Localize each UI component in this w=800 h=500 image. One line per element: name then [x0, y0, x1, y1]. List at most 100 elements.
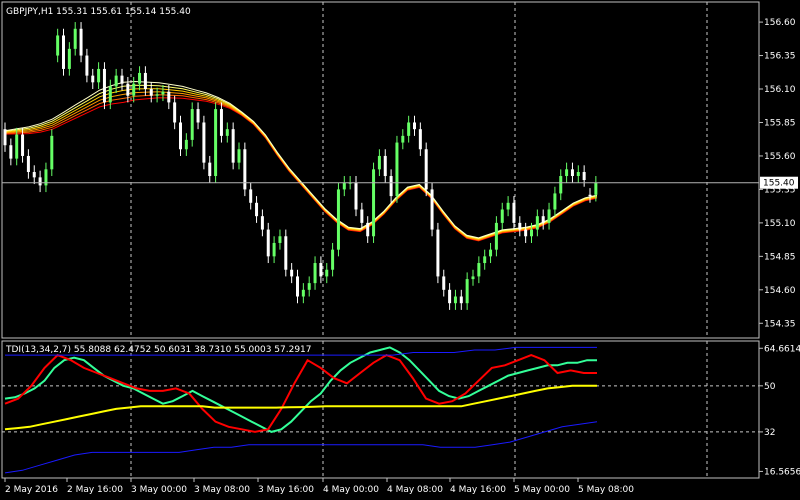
candle-bull [483, 256, 487, 264]
candle-bear [202, 122, 206, 163]
trading-chart[interactable]: 156.60156.35156.10155.85155.60155.35155.… [0, 0, 800, 500]
price-tick-label: 154.35 [764, 319, 796, 329]
price-tick-label: 155.60 [764, 152, 796, 162]
price-tick-label: 154.60 [764, 286, 796, 296]
candle-bear [102, 68, 106, 103]
price-tick-label: 154.85 [764, 252, 796, 262]
time-label: 4 May 00:00 [323, 485, 379, 495]
candle-bear [354, 182, 358, 210]
candle-bull [214, 109, 218, 177]
tdi-tick-label: 16.5656 [764, 467, 800, 477]
candle-bull [594, 182, 598, 195]
candle-bear [255, 202, 259, 217]
candle-bear [319, 263, 323, 277]
candle-bull [377, 155, 381, 170]
candle-bull [407, 122, 411, 136]
candle-bear [79, 28, 83, 56]
candle-bear [389, 176, 393, 197]
candle-bear [588, 194, 592, 197]
price-tick-label: 156.35 [764, 52, 796, 62]
candle-bull [547, 209, 551, 223]
candle-bull [477, 263, 481, 277]
indicator-info: TDI(13,34,2,7) 55.8088 62.4752 50.6031 3… [5, 345, 312, 355]
candle-bull [565, 169, 569, 177]
tdi-red-line [4, 353, 597, 433]
candle-bull [489, 249, 493, 257]
candle-bear [260, 216, 264, 230]
candle-bear [120, 75, 124, 84]
price-tick-label: 155.10 [764, 219, 796, 229]
candle-bear [424, 149, 428, 190]
candle-bear [3, 129, 7, 146]
candle-bear [524, 229, 528, 237]
candle-bear [126, 83, 130, 96]
candle-bear [196, 109, 200, 123]
time-label: 3 May 00:00 [131, 485, 187, 495]
candle-bear [26, 155, 30, 173]
candle-bear [143, 72, 147, 90]
candle-bull [155, 94, 159, 96]
price-frame [1, 1, 760, 339]
candle-bull [67, 48, 71, 69]
candle-bear [243, 149, 247, 190]
candle-bull [471, 276, 475, 280]
tdi-tick-label: 64.6614 [764, 344, 800, 354]
time-label: 5 May 00:00 [514, 485, 570, 495]
candle-bear [570, 169, 574, 177]
tdi-tick-label: 50 [764, 382, 776, 392]
candle-bull [313, 263, 317, 284]
ma-ribbon-line-1 [4, 94, 598, 241]
candle-bear [38, 177, 42, 186]
price-tick-label: 156.10 [764, 85, 796, 95]
candle-bull [161, 91, 165, 95]
candle-bull [325, 269, 329, 277]
candle-bull [453, 296, 457, 304]
candle-bear [21, 134, 25, 156]
candle-bull [465, 279, 469, 304]
candle-bull [184, 139, 188, 150]
candle-bull [331, 249, 335, 270]
candle-bull [225, 129, 229, 136]
candle-bear [173, 102, 177, 123]
time-label: 3 May 08:00 [194, 485, 250, 495]
candle-bear [512, 202, 516, 223]
candle-bear [360, 209, 364, 223]
price-pane[interactable]: 156.60156.35156.10155.85155.60155.35155.… [1, 1, 798, 339]
candle-bull [114, 75, 118, 87]
candle-bear [266, 229, 270, 257]
tdi-pane[interactable]: 64.6614 50 32 16.5656 [1, 340, 800, 479]
time-label: 2 May 2016 [5, 485, 58, 495]
candle-bear [167, 91, 171, 103]
ma-ribbon-line-0 [4, 97, 598, 242]
time-label: 4 May 08:00 [387, 485, 443, 495]
candle-bear [85, 55, 89, 76]
candle-bear [430, 189, 434, 230]
candle-bear [62, 35, 65, 69]
candle-bull [559, 176, 563, 194]
candle-bear [91, 75, 95, 83]
candle-bear [219, 109, 223, 136]
candle-bull [237, 149, 241, 163]
candle-bull [506, 202, 510, 210]
symbol-info: GBPJPY,H1 155.31 155.61 155.14 155.40 [6, 7, 191, 17]
candle-bear [448, 289, 452, 304]
price-tick-label: 155.85 [764, 118, 796, 128]
candle-bull [73, 28, 77, 49]
current-price-label: 155.40 [763, 179, 795, 189]
candle-bear [436, 229, 440, 277]
ma-ribbon-line-3 [4, 88, 598, 240]
candle-bull [401, 135, 405, 143]
candle-bull [108, 86, 112, 103]
candle-bear [518, 222, 522, 230]
candle-bull [272, 242, 276, 257]
tdi-tick-label: 32 [764, 428, 775, 438]
candle-bear [541, 216, 545, 223]
candle-bear [290, 269, 294, 277]
time-axis: 2 May 2016 2 May 16:00 3 May 00:00 3 May 08… [4, 478, 634, 495]
time-label: 3 May 16:00 [258, 485, 314, 495]
candle-bull [530, 229, 533, 237]
candle-bear [179, 122, 182, 150]
candle-bull [342, 182, 346, 190]
candle-bull [15, 134, 19, 159]
candle-bull [336, 189, 340, 250]
